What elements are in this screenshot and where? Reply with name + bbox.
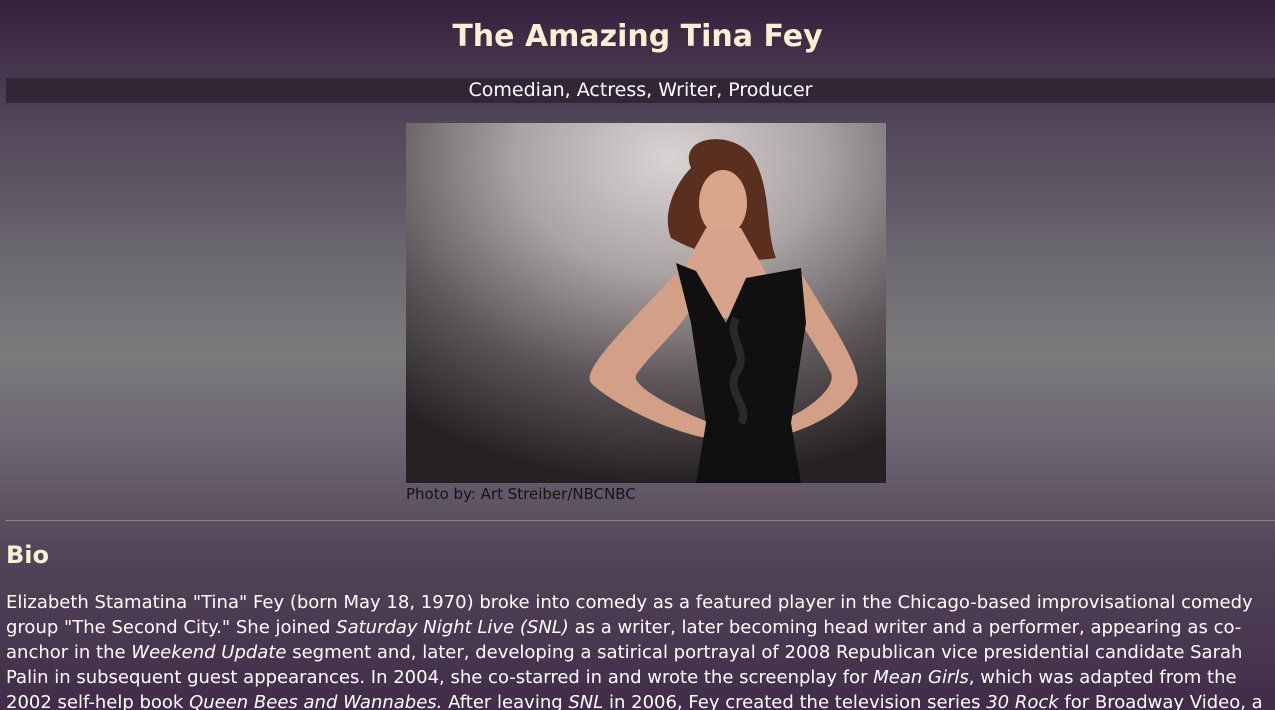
bio-text-segment: After leaving <box>442 692 569 710</box>
portrait-photo <box>406 123 886 483</box>
bio-paragraph: Elizabeth Stamatina "Tina" Fey (born May… <box>6 590 1274 710</box>
photo-figure: Photo by: Art Streiber/NBCNBC <box>406 123 886 503</box>
bio-italic-title: Saturday Night Live (SNL) <box>336 617 569 638</box>
bio-text-segment: in 2006, Fey created the television seri… <box>603 692 987 710</box>
subtitle-text: Comedian, Actress, Writer, Producer <box>468 79 813 101</box>
bio-italic-title: Queen Bees and Wannabes. <box>189 692 443 710</box>
section-divider <box>6 520 1275 521</box>
photo-caption: Photo by: Art Streiber/NBCNBC <box>406 485 636 503</box>
bio-italic-title: SNL <box>568 692 604 710</box>
subtitle-bar: Comedian, Actress, Writer, Producer <box>6 78 1275 103</box>
page-title: The Amazing Tina Fey <box>452 19 823 54</box>
bio-italic-title: Mean Girls <box>873 667 969 688</box>
bio-italic-title: 30 Rock <box>986 692 1059 710</box>
bio-heading: Bio <box>6 541 50 569</box>
bio-italic-title: Weekend Update <box>131 642 287 663</box>
